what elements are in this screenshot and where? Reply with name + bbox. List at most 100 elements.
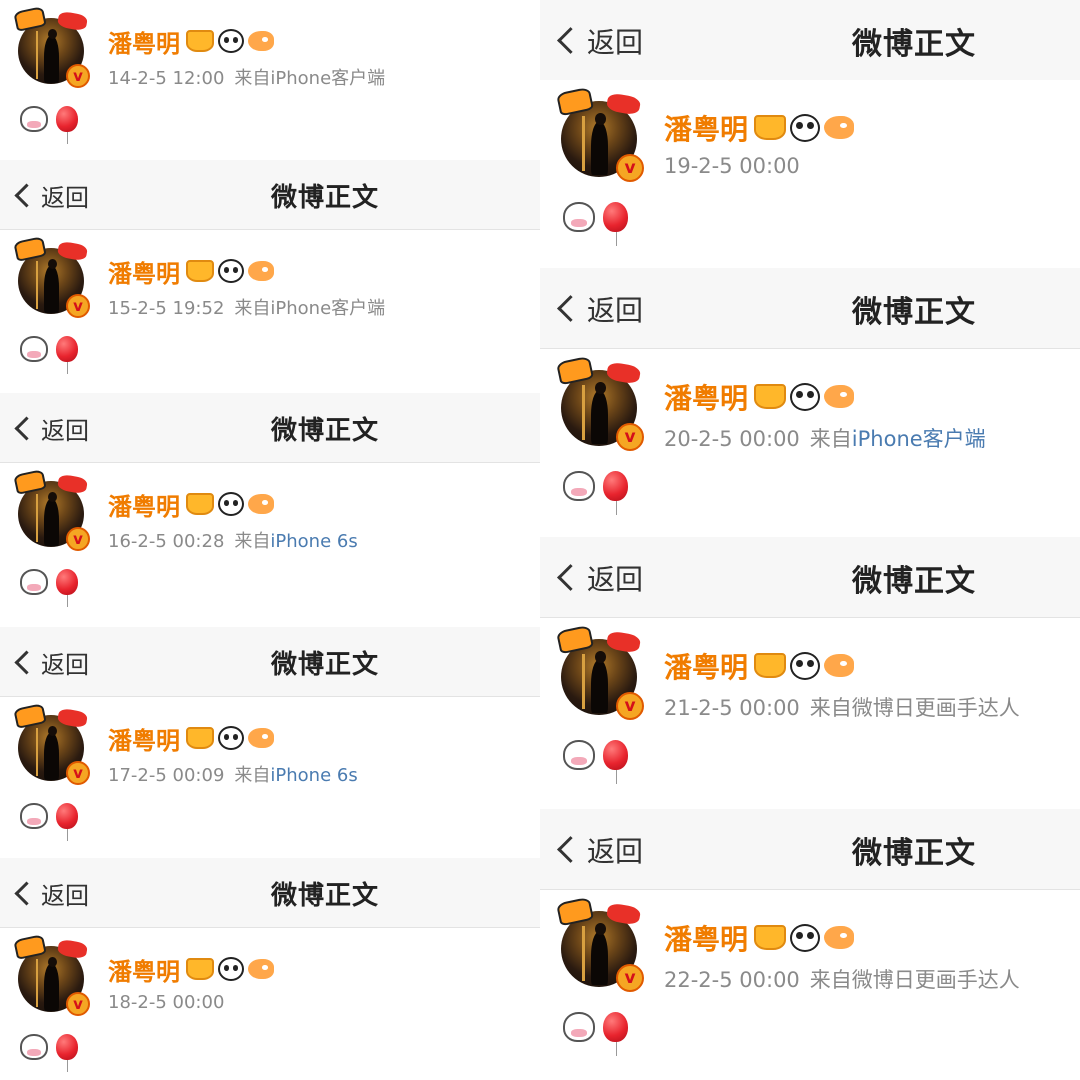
post-source-prefix: 来自 [234, 531, 271, 552]
back-label: 返回 [41, 183, 89, 212]
chevron-left-icon [557, 295, 584, 322]
avatar[interactable]: v [13, 5, 90, 88]
crown-badge-icon [754, 115, 787, 140]
user-name[interactable]: 潘粤明 [664, 108, 748, 148]
page-title: 微博正文 [852, 26, 976, 62]
fish-badge-icon [824, 654, 855, 677]
pendant-right-icon [56, 707, 88, 729]
cow-emoji-icon [20, 1034, 48, 1060]
fish-badge-icon [248, 494, 274, 514]
singer-head-icon [595, 382, 606, 395]
page-title: 微博正文 [271, 880, 380, 911]
singer-silhouette-icon [591, 660, 609, 714]
crown-badge-icon [754, 925, 787, 950]
user-name[interactable]: 潘粤明 [664, 918, 748, 958]
back-button[interactable]: 返回 [556, 537, 643, 618]
chevron-left-icon [557, 564, 584, 591]
cow-emoji-icon [20, 336, 48, 362]
avatar[interactable]: v [13, 468, 90, 551]
crown-badge-icon [754, 653, 787, 678]
post-timestamp: 21-2-5 00:00 [664, 696, 800, 720]
verified-v-badge-icon: v [66, 992, 90, 1016]
weibo-post: v 潘粤明 16-2-5 00:28 来自iPhone 6s [0, 463, 540, 613]
user-name[interactable]: 潘粤明 [108, 952, 180, 987]
microphone-stand-icon [582, 654, 585, 709]
post-source-device: iPhone客户端 [270, 298, 386, 319]
verified-v-badge-icon: v [66, 64, 90, 88]
nav-bar: 返回 微博正文 [0, 160, 540, 230]
balloon-emoji-icon [56, 569, 78, 607]
user-name[interactable]: 潘粤明 [108, 254, 180, 289]
post-source: 来自iPhone客户端 [810, 427, 986, 451]
back-button[interactable]: 返回 [556, 268, 643, 349]
back-button[interactable]: 返回 [556, 0, 643, 81]
pendant-left-icon [13, 5, 48, 32]
back-button[interactable]: 返回 [14, 393, 89, 463]
pendant-right-icon [56, 240, 88, 262]
page-title: 微博正文 [852, 835, 976, 871]
singer-silhouette-icon [591, 122, 609, 176]
balloon-emoji-icon [603, 471, 628, 515]
avatar[interactable]: v [13, 702, 90, 785]
pendant-left-icon [555, 897, 595, 927]
avatar-pendant-icon [13, 5, 88, 32]
avatar[interactable]: v [555, 356, 644, 451]
back-label: 返回 [41, 650, 89, 679]
post-source-device[interactable]: iPhone 6s [270, 531, 357, 552]
pendant-left-icon [13, 468, 48, 495]
user-name[interactable]: 潘粤明 [108, 487, 180, 522]
verified-v-badge-icon: v [616, 154, 644, 182]
user-name[interactable]: 潘粤明 [664, 646, 748, 686]
fish-badge-icon [248, 261, 274, 281]
post-content [563, 740, 628, 784]
verified-v-badge-icon: v [616, 692, 644, 720]
balloon-emoji-icon [56, 803, 78, 841]
name-row: 潘粤明 [664, 108, 858, 148]
back-button[interactable]: 返回 [14, 627, 89, 697]
singer-silhouette-icon [44, 36, 59, 83]
post-source-prefix: 来自 [234, 298, 271, 319]
post-source-prefix: 来自 [234, 765, 271, 786]
panda-badge-icon [218, 492, 244, 516]
post-source-device[interactable]: iPhone 6s [270, 765, 357, 786]
panda-badge-icon [790, 923, 821, 952]
weibo-post: v 潘粤明 22-2-5 00:00 来自微博日更画手达人 [540, 890, 1080, 1063]
crown-badge-icon [186, 260, 214, 282]
verified-v-badge-icon: v [66, 294, 90, 318]
cow-emoji-icon [20, 106, 48, 132]
chevron-left-icon [557, 836, 584, 863]
post-content [563, 202, 628, 246]
post-source-device[interactable]: iPhone客户端 [852, 427, 986, 451]
post-source-device: iPhone客户端 [270, 68, 386, 89]
avatar[interactable]: v [555, 87, 644, 182]
avatar[interactable]: v [13, 235, 90, 318]
verified-v-badge-icon: v [66, 761, 90, 785]
back-button[interactable]: 返回 [14, 160, 89, 230]
avatar-pendant-icon [13, 702, 88, 729]
user-name[interactable]: 潘粤明 [108, 721, 180, 756]
avatar[interactable]: v [555, 897, 644, 992]
crown-badge-icon [186, 958, 214, 980]
back-button[interactable]: 返回 [14, 858, 89, 928]
post-timestamp: 18-2-5 00:00 [108, 992, 225, 1013]
crown-badge-icon [186, 727, 214, 749]
user-name[interactable]: 潘粤明 [664, 377, 748, 417]
cow-emoji-icon [563, 740, 595, 770]
panda-badge-icon [790, 113, 821, 142]
avatar[interactable]: v [555, 625, 644, 720]
weibo-post: v 潘粤明 18-2-5 00:00 [0, 928, 540, 1078]
avatar-pendant-icon [13, 468, 88, 495]
post-meta: 22-2-5 00:00 来自微博日更画手达人 [664, 964, 1020, 994]
post-meta: 20-2-5 00:00 来自iPhone客户端 [664, 423, 986, 453]
user-name[interactable]: 潘粤明 [108, 24, 180, 59]
avatar-pendant-icon [13, 235, 88, 262]
post-content [563, 1012, 628, 1056]
back-button[interactable]: 返回 [556, 809, 643, 890]
fish-badge-icon [248, 728, 274, 748]
fish-badge-icon [248, 31, 274, 51]
name-row: 潘粤明 [664, 918, 858, 958]
avatar[interactable]: v [13, 933, 90, 1016]
singer-silhouette-icon [44, 499, 59, 546]
post-content [20, 803, 78, 841]
post-content [20, 336, 78, 374]
